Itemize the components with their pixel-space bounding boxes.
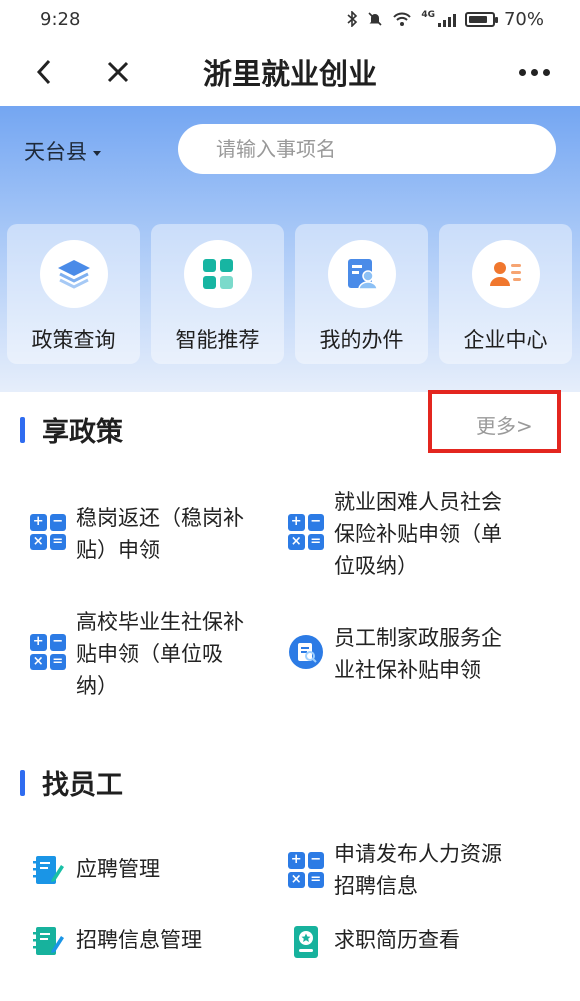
- close-icon: [107, 61, 129, 83]
- recruit-section-header: 找员工: [20, 763, 123, 802]
- recruit-item-application-management[interactable]: 应聘管理: [30, 853, 160, 889]
- section-accent-bar: [20, 416, 25, 443]
- search-box[interactable]: [178, 124, 556, 174]
- bluetooth-icon: [347, 11, 358, 27]
- recruit-item-text: 应聘管理: [76, 857, 160, 881]
- network-type-label: 4G: [421, 10, 435, 20]
- region-selector[interactable]: 天台县: [24, 136, 101, 166]
- policy-item-text: 就业困难人员社会 保险补贴申领（单 位吸纳）: [334, 490, 502, 578]
- search-input[interactable]: [216, 137, 516, 161]
- layers-icon: [57, 260, 90, 289]
- quick-action-label: 我的办件: [319, 328, 404, 352]
- recruit-item-text: 申请发布人力资源 招聘信息: [334, 842, 502, 898]
- quick-action-my-cases[interactable]: 我的办件: [295, 224, 428, 364]
- close-button[interactable]: [98, 52, 138, 92]
- highlight-box: [428, 390, 561, 453]
- quick-actions: 政策查询 智能推荐 我的办件 企业中心: [7, 224, 572, 364]
- quick-action-label: 政策查询: [31, 328, 116, 352]
- wifi-icon: [393, 12, 412, 26]
- caret-down-icon: [93, 150, 101, 156]
- quick-action-smart-recommend[interactable]: 智能推荐: [151, 224, 284, 364]
- document-search-icon: [289, 635, 323, 669]
- calculator-icon: + − × =: [288, 514, 324, 550]
- calculator-icon: + − × =: [30, 514, 66, 550]
- section-accent-bar: [20, 769, 25, 796]
- document-person-icon: [347, 259, 378, 290]
- mute-bell-icon: [368, 12, 382, 26]
- region-label: 天台县: [24, 140, 87, 164]
- recruit-item-text: 求职简历查看: [334, 928, 460, 952]
- quick-icon-circle: [183, 240, 252, 308]
- resume-badge-icon: [294, 926, 318, 958]
- more-dot-icon: [542, 68, 550, 76]
- quick-action-label: 智能推荐: [175, 328, 260, 352]
- status-icons: 4G 70%: [347, 9, 544, 30]
- recruit-item-text: 招聘信息管理: [76, 928, 202, 952]
- recruit-item-recruitment-info-management[interactable]: 招聘信息管理: [30, 924, 202, 960]
- more-menu-button[interactable]: [512, 52, 556, 92]
- quick-action-policy-query[interactable]: 政策查询: [7, 224, 140, 364]
- notebook-edit-icon: [33, 927, 64, 955]
- policy-section-header: 享政策: [20, 410, 123, 449]
- policy-item-text: 员工制家政服务企 业社保补贴申领: [334, 626, 502, 682]
- battery-percent: 70%: [503, 8, 544, 30]
- policy-item-text: 高校毕业生社保补 贴申领（单位吸 纳）: [76, 610, 244, 698]
- back-button[interactable]: [24, 52, 64, 92]
- battery-fill: [468, 15, 488, 23]
- calculator-icon: + − × =: [288, 852, 324, 888]
- contact-card-icon: [489, 262, 521, 286]
- quick-icon-circle: [471, 240, 540, 308]
- battery-icon: [464, 11, 498, 27]
- status-bar: 9:28 4G 70%: [0, 0, 580, 38]
- quick-icon-circle: [39, 240, 108, 308]
- more-dot-icon: [518, 68, 526, 76]
- status-time: 9:28: [40, 8, 81, 30]
- signal-icon: [437, 12, 456, 27]
- section-title: 找员工: [42, 770, 123, 801]
- quick-action-label: 企业中心: [463, 328, 548, 352]
- section-title: 享政策: [42, 417, 123, 448]
- grid-blocks-icon: [202, 259, 233, 289]
- recruit-item-resume-view[interactable]: 求职简历查看: [288, 924, 460, 960]
- policy-item-housekeeping-insurance[interactable]: 员工制家政服务企 业社保补贴申领: [288, 622, 502, 686]
- page-title: 浙里就业创业: [202, 57, 377, 91]
- policy-item-hardship-insurance[interactable]: + − × = 就业困难人员社会 保险补贴申领（单 位吸纳）: [288, 486, 502, 582]
- policy-item-text: 稳岗返还（稳岗补 贴）申领: [76, 506, 244, 562]
- policy-item-stable-job-refund[interactable]: + − × = 稳岗返还（稳岗补 贴）申领: [30, 502, 244, 566]
- notebook-edit-icon: [33, 856, 64, 884]
- quick-action-enterprise-center[interactable]: 企业中心: [439, 224, 572, 364]
- nav-bar: 浙里就业创业: [0, 38, 580, 106]
- more-dot-icon: [530, 68, 538, 76]
- chevron-left-icon: [36, 59, 51, 85]
- hero-banner: 天台县 政策查询: [0, 106, 580, 392]
- quick-icon-circle: [327, 240, 396, 308]
- calculator-icon: + − × =: [30, 634, 66, 670]
- policy-item-graduate-insurance[interactable]: + − × = 高校毕业生社保补 贴申领（单位吸 纳）: [30, 606, 244, 702]
- recruit-item-publish-hr-recruitment[interactable]: + − × = 申请发布人力资源 招聘信息: [288, 838, 502, 902]
